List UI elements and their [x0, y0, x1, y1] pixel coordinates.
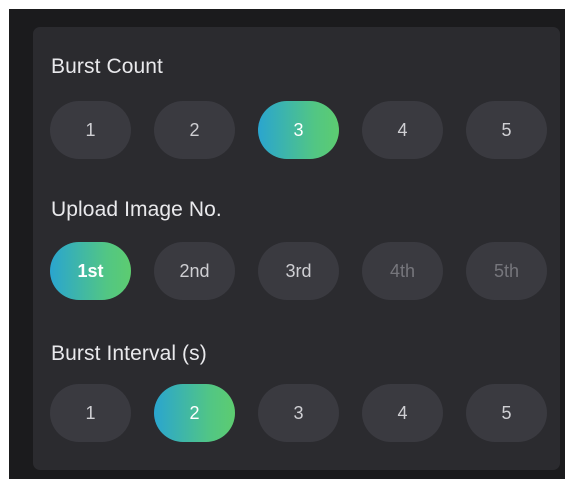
burst-interval-option-2[interactable]: 2 — [154, 384, 235, 442]
upload-image-option-2nd[interactable]: 2nd — [154, 242, 235, 300]
burst-count-option-5[interactable]: 5 — [466, 101, 547, 159]
burst-interval-option-5[interactable]: 5 — [466, 384, 547, 442]
burst-count-option-1[interactable]: 1 — [50, 101, 131, 159]
burst-interval-option-3[interactable]: 3 — [258, 384, 339, 442]
burst-interval-option-1[interactable]: 1 — [50, 384, 131, 442]
burst-interval-label: Burst Interval (s) — [51, 342, 207, 365]
burst-count-label: Burst Count — [51, 55, 163, 78]
burst-count-option-3[interactable]: 3 — [258, 101, 339, 159]
upload-image-label: Upload Image No. — [51, 198, 222, 221]
upload-image-option-1st[interactable]: 1st — [50, 242, 131, 300]
burst-count-option-2[interactable]: 2 — [154, 101, 235, 159]
upload-image-option-3rd[interactable]: 3rd — [258, 242, 339, 300]
upload-image-option-5th[interactable]: 5th — [466, 242, 547, 300]
burst-interval-option-4[interactable]: 4 — [362, 384, 443, 442]
upload-image-option-4th[interactable]: 4th — [362, 242, 443, 300]
burst-count-option-4[interactable]: 4 — [362, 101, 443, 159]
